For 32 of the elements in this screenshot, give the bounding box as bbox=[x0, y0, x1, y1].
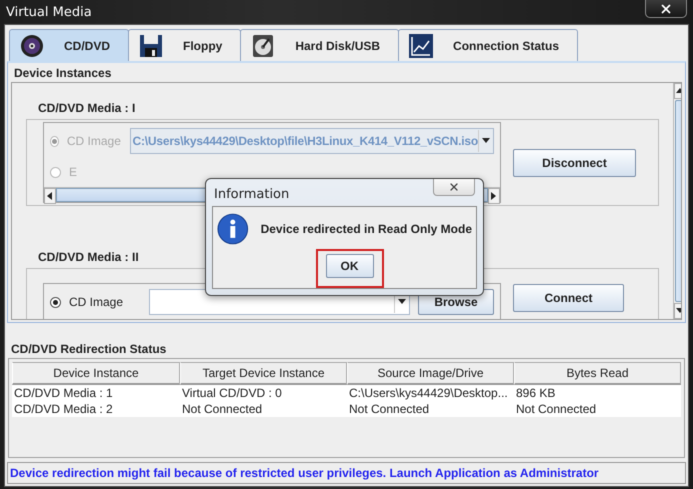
scroll-left-icon[interactable] bbox=[45, 191, 55, 201]
radio-button[interactable] bbox=[50, 296, 61, 308]
window-title: Virtual Media bbox=[6, 4, 92, 20]
dialog-message: Device redirected in Read Only Mode bbox=[260, 222, 472, 236]
table-cell-text: 896 KB bbox=[515, 385, 556, 401]
close-icon bbox=[448, 181, 460, 193]
table-cell-text: C:\Users\kys44429\Desktop... bbox=[348, 385, 509, 401]
line-chart-icon bbox=[409, 34, 434, 58]
table-cell-text: CD/DVD Media : 2 bbox=[13, 401, 114, 417]
radio-label: E bbox=[69, 165, 78, 179]
table-cell-text: Not Connected bbox=[348, 401, 430, 417]
tab[interactable]: CD/DVD bbox=[9, 29, 130, 61]
table-cell-text: Not Connected bbox=[515, 401, 598, 417]
group-title: CD/DVD Media : I bbox=[38, 101, 136, 115]
section-title: Device Instances bbox=[13, 65, 112, 82]
status-message: Device redirection might fail because of restricted user privileges. Launch Application as Administrator bbox=[10, 466, 599, 480]
radio-label: CD Image bbox=[66, 134, 122, 148]
tab[interactable]: Connection Status bbox=[398, 29, 578, 61]
close-button[interactable] bbox=[645, 0, 687, 18]
close-button[interactable] bbox=[433, 179, 475, 196]
table-cell-text: Virtual CD/DVD : 0 bbox=[181, 385, 283, 401]
connect-button[interactable]: Connect bbox=[513, 284, 624, 312]
table-cell-text: CD/DVD Media : 1 bbox=[13, 385, 114, 401]
table-cell-text: Not Connected bbox=[181, 401, 264, 417]
section-title: CD/DVD Redirection Status bbox=[10, 341, 168, 358]
radio-label: CD Image bbox=[69, 295, 124, 309]
ok-button[interactable]: OK bbox=[326, 254, 374, 278]
group-title: CD/DVD Media : II bbox=[38, 250, 139, 264]
close-icon bbox=[659, 2, 673, 16]
info-icon bbox=[217, 213, 249, 245]
dialog-title: Information bbox=[214, 187, 290, 202]
disc-icon bbox=[20, 34, 44, 58]
